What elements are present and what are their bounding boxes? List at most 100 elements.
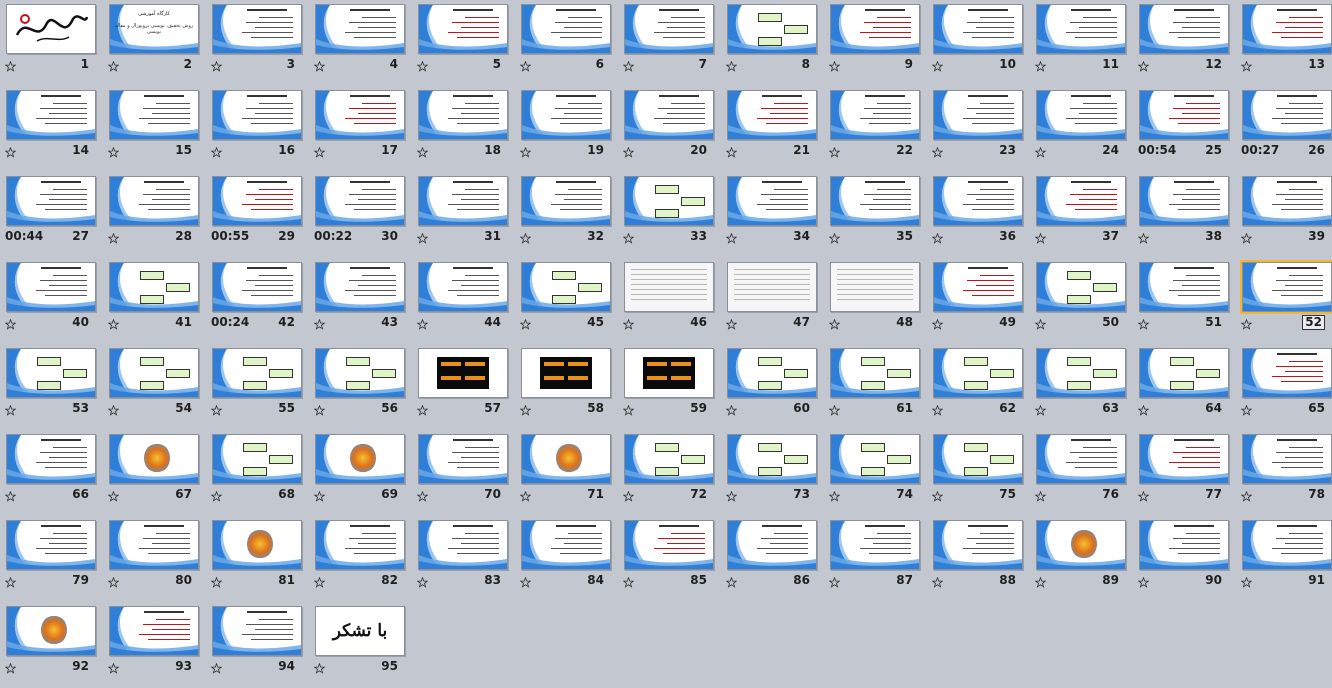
slide-thumbnail-cell[interactable]: 17 — [310, 86, 413, 172]
slide-thumbnail-cell[interactable]: با تشکر 95 — [310, 602, 413, 688]
slide-thumbnail-cell[interactable]: 47 — [722, 258, 825, 344]
slide-thumbnail-cell[interactable]: 69 — [310, 430, 413, 516]
star-icon[interactable] — [726, 147, 737, 158]
star-icon[interactable] — [623, 147, 634, 158]
slide-thumbnail[interactable] — [727, 348, 817, 398]
slide-thumbnail[interactable] — [1139, 348, 1229, 398]
star-icon[interactable] — [520, 405, 531, 416]
star-icon[interactable] — [520, 233, 531, 244]
slide-thumbnail-cell[interactable]: 70 — [413, 430, 516, 516]
star-icon[interactable] — [5, 319, 16, 330]
slide-thumbnail[interactable] — [212, 262, 302, 312]
slide-thumbnail-cell[interactable]: 71 — [516, 430, 619, 516]
star-icon[interactable] — [211, 61, 222, 72]
slide-thumbnail[interactable] — [1139, 4, 1229, 54]
slide-thumbnail-cell[interactable]: 4 — [310, 0, 413, 86]
slide-thumbnail-cell[interactable]: 12 — [1134, 0, 1237, 86]
slide-thumbnail-cell[interactable]: 49 — [928, 258, 1031, 344]
star-icon[interactable] — [1035, 491, 1046, 502]
slide-thumbnail[interactable] — [624, 262, 714, 312]
star-icon[interactable] — [932, 319, 943, 330]
slide-thumbnail[interactable] — [1242, 348, 1332, 398]
slide-thumbnail[interactable] — [1036, 434, 1126, 484]
slide-thumbnail[interactable] — [418, 4, 508, 54]
slide-thumbnail[interactable] — [315, 262, 405, 312]
star-icon[interactable] — [417, 577, 428, 588]
slide-thumbnail[interactable] — [418, 348, 508, 398]
star-icon[interactable] — [314, 319, 325, 330]
slide-thumbnail-cell[interactable]: 20 — [619, 86, 722, 172]
slide-thumbnail-cell[interactable]: 90 — [1134, 516, 1237, 602]
slide-thumbnail[interactable] — [6, 348, 96, 398]
slide-thumbnail[interactable] — [1036, 4, 1126, 54]
slide-thumbnail-cell[interactable]: 24 — [1031, 86, 1134, 172]
slide-thumbnail-cell[interactable]: 85 — [619, 516, 722, 602]
slide-thumbnail-cell[interactable]: 48 — [825, 258, 928, 344]
slide-thumbnail[interactable] — [6, 434, 96, 484]
slide-thumbnail[interactable] — [109, 176, 199, 226]
slide-thumbnail-cell[interactable]: 76 — [1031, 430, 1134, 516]
slide-thumbnail-cell[interactable]: 10 — [928, 0, 1031, 86]
slide-thumbnail-cell[interactable]: 18 — [413, 86, 516, 172]
star-icon[interactable] — [1035, 233, 1046, 244]
slide-thumbnail-cell[interactable]: 11 — [1031, 0, 1134, 86]
slide-thumbnail-cell[interactable]: 88 — [928, 516, 1031, 602]
slide-thumbnail[interactable] — [521, 90, 611, 140]
slide-thumbnail[interactable] — [933, 434, 1023, 484]
slide-thumbnail[interactable] — [1036, 176, 1126, 226]
star-icon[interactable] — [211, 663, 222, 674]
slide-thumbnail-cell[interactable]: 82 — [310, 516, 413, 602]
slide-thumbnail[interactable] — [521, 262, 611, 312]
slide-thumbnail-cell[interactable]: 9 — [825, 0, 928, 86]
slide-thumbnail[interactable] — [109, 348, 199, 398]
star-icon[interactable] — [726, 319, 737, 330]
slide-thumbnail[interactable] — [6, 4, 96, 54]
slide-thumbnail[interactable] — [1139, 262, 1229, 312]
slide-thumbnail[interactable] — [6, 176, 96, 226]
slide-thumbnail[interactable] — [6, 90, 96, 140]
slide-thumbnail[interactable] — [1242, 90, 1332, 140]
slide-thumbnail-cell[interactable]: 31 — [413, 172, 516, 258]
star-icon[interactable] — [5, 147, 16, 158]
star-icon[interactable] — [211, 405, 222, 416]
star-icon[interactable] — [726, 405, 737, 416]
slide-thumbnail[interactable] — [1139, 434, 1229, 484]
slide-thumbnail-cell[interactable]: 32 — [516, 172, 619, 258]
star-icon[interactable] — [829, 491, 840, 502]
star-icon[interactable] — [1035, 577, 1046, 588]
slide-thumbnail-cell[interactable]: 66 — [1, 430, 104, 516]
slide-thumbnail-cell[interactable]: 44 — [413, 258, 516, 344]
slide-thumbnail-cell[interactable]: 81 — [207, 516, 310, 602]
star-icon[interactable] — [1241, 491, 1252, 502]
slide-thumbnail-cell[interactable]: 80 — [104, 516, 207, 602]
slide-thumbnail[interactable] — [315, 434, 405, 484]
slide-thumbnail-cell[interactable]: 65 — [1237, 344, 1332, 430]
slide-thumbnail-cell[interactable]: 78 — [1237, 430, 1332, 516]
slide-thumbnail[interactable] — [418, 176, 508, 226]
slide-thumbnail[interactable] — [109, 262, 199, 312]
star-icon[interactable] — [932, 577, 943, 588]
slide-thumbnail[interactable] — [212, 434, 302, 484]
slide-thumbnail[interactable] — [933, 176, 1023, 226]
slide-thumbnail-cell[interactable]: 16 — [207, 86, 310, 172]
star-icon[interactable] — [829, 233, 840, 244]
slide-thumbnail[interactable] — [727, 520, 817, 570]
slide-thumbnail-cell[interactable]: 43 — [310, 258, 413, 344]
star-icon[interactable] — [5, 61, 16, 72]
slide-thumbnail-cell[interactable]: 45 — [516, 258, 619, 344]
slide-thumbnail-cell[interactable]: 23 — [928, 86, 1031, 172]
slide-thumbnail-cell[interactable]: 6 — [516, 0, 619, 86]
slide-thumbnail[interactable] — [521, 176, 611, 226]
star-icon[interactable] — [108, 491, 119, 502]
slide-thumbnail[interactable] — [418, 520, 508, 570]
star-icon[interactable] — [520, 147, 531, 158]
slide-thumbnail[interactable] — [933, 262, 1023, 312]
slide-thumbnail-cell[interactable]: 74 — [825, 430, 928, 516]
slide-thumbnail-cell[interactable]: 55 — [207, 344, 310, 430]
star-icon[interactable] — [520, 319, 531, 330]
star-icon[interactable] — [932, 147, 943, 158]
star-icon[interactable] — [623, 233, 634, 244]
star-icon[interactable] — [623, 405, 634, 416]
slide-thumbnail-cell[interactable]: 00:22 30 — [310, 172, 413, 258]
star-icon[interactable] — [1241, 319, 1252, 330]
